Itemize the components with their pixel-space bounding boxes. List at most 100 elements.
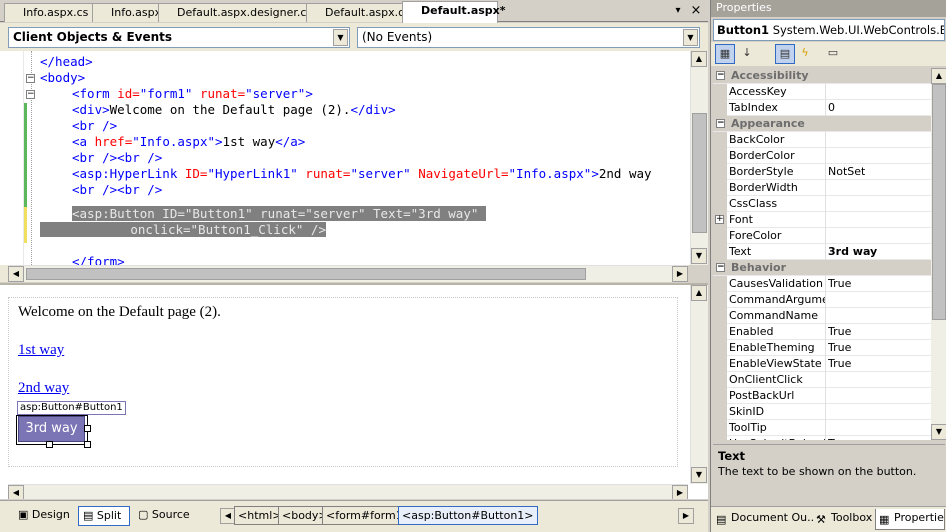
collapse-icon[interactable]: − [26, 74, 35, 83]
property-row[interactable]: CommandArgument [713, 292, 931, 308]
tab-toolbox[interactable]: ⚒ Toolbox [813, 509, 875, 530]
source-view-button[interactable]: ▢ Source [134, 506, 194, 526]
row-margin [713, 244, 727, 260]
collapse-icon[interactable]: − [716, 263, 725, 272]
link-1st-way[interactable]: 1st way [18, 342, 64, 359]
property-category[interactable]: − Accessibility [713, 68, 931, 84]
horizontal-scrollbar[interactable]: ◀ ▶ [8, 265, 688, 282]
property-row[interactable]: CausesValidation True [713, 276, 931, 292]
property-row[interactable]: ToolTip [713, 420, 931, 436]
scroll-thumb[interactable] [26, 268, 586, 280]
property-row[interactable]: SkinID [713, 404, 931, 420]
selected-code[interactable]: onclick="Button1_Click" /> [40, 222, 326, 237]
expand-icon[interactable]: + [715, 215, 724, 224]
split-view-button[interactable]: ▤ Split [78, 506, 130, 526]
tab-default-aspx[interactable]: Default.aspx* [402, 1, 506, 23]
scroll-up-icon[interactable]: ▲ [691, 285, 707, 301]
hyperlink-2nd-way[interactable]: 2nd way [18, 380, 69, 397]
code-text: id= [109, 86, 140, 101]
resize-handle[interactable] [84, 441, 91, 448]
scroll-right-icon[interactable]: ▶ [672, 266, 688, 282]
property-value[interactable]: 3rd way [828, 245, 928, 258]
property-row[interactable]: Enabled True [713, 324, 931, 340]
property-row[interactable]: UseSubmitBehaviorTrue [713, 436, 931, 440]
property-value[interactable]: True [828, 437, 928, 440]
property-row[interactable]: CssClass [713, 196, 931, 212]
property-category[interactable]: − Appearance [713, 116, 931, 132]
design-view-button[interactable]: ▣ Design [14, 506, 74, 526]
property-row[interactable]: ForeColor [713, 228, 931, 244]
scroll-down-icon[interactable]: ▼ [931, 424, 946, 440]
resize-handle[interactable] [84, 425, 91, 432]
design-surface[interactable]: Welcome on the Default page (2). 1st way… [0, 283, 708, 499]
property-row[interactable]: OnClientClick [713, 372, 931, 388]
properties-icon[interactable]: ▤ [775, 44, 795, 64]
property-row[interactable]: BorderWidth [713, 180, 931, 196]
tab-info-aspx[interactable]: Info.aspx [92, 3, 161, 22]
property-row[interactable]: PostBackUrl [713, 388, 931, 404]
breadcrumb-button[interactable]: <asp:Button#Button1> [398, 506, 538, 525]
tab-default-aspx-designer-cs[interactable]: Default.aspx.designer.cs* [158, 3, 318, 22]
vertical-scrollbar[interactable]: ▲ ▼ [690, 51, 708, 265]
third-way-button[interactable]: 3rd way [18, 416, 85, 442]
property-row[interactable]: BorderStyle NotSet [713, 164, 931, 180]
scroll-up-icon[interactable]: ▲ [691, 51, 707, 67]
tab-list-icon[interactable]: ▾ [672, 4, 684, 18]
tab-default-aspx-cs[interactable]: Default.aspx.cs* [306, 3, 415, 22]
scroll-left-icon[interactable]: ◀ [8, 485, 24, 499]
property-value[interactable]: True [828, 325, 928, 338]
source-editor[interactable]: − − </head> <body> <form id="form1" runa… [0, 51, 708, 265]
property-row[interactable]: EnableViewState True [713, 356, 931, 372]
chevron-down-icon[interactable]: ▼ [683, 29, 698, 46]
scroll-thumb[interactable] [932, 84, 946, 320]
property-row[interactable]: AccessKey [713, 84, 931, 100]
property-row[interactable]: + Font [713, 212, 931, 228]
property-name: Text [729, 245, 752, 258]
property-row[interactable]: CommandName [713, 308, 931, 324]
property-row[interactable]: BackColor [713, 132, 931, 148]
chevron-down-icon[interactable]: ▼ [333, 29, 348, 46]
tab-document-outline[interactable]: ▤ Document Ou... [713, 509, 813, 530]
property-row[interactable]: EnableTheming True [713, 340, 931, 356]
client-objects-dropdown[interactable]: Client Objects & Events ▼ [8, 27, 350, 48]
object-selector[interactable]: Button1 System.Web.UI.WebControls.Button [713, 19, 945, 41]
property-value[interactable]: 0 [828, 101, 928, 114]
vertical-scrollbar[interactable]: ▲ ▼ [931, 68, 946, 440]
scroll-left-icon[interactable]: ◀ [8, 266, 24, 282]
property-value[interactable]: True [828, 277, 928, 290]
events-dropdown[interactable]: (No Events) ▼ [357, 27, 700, 48]
collapse-icon[interactable]: − [716, 119, 725, 128]
categorized-icon[interactable]: ▦ [715, 44, 735, 64]
property-category[interactable]: − Behavior [713, 260, 931, 276]
breadcrumb-right-icon[interactable]: ▶ [678, 508, 694, 524]
property-row[interactable]: Text 3rd way [713, 244, 931, 260]
horizontal-scrollbar[interactable]: ◀ ▶ [8, 484, 688, 499]
code-text: > [215, 134, 223, 149]
property-value[interactable]: True [828, 357, 928, 370]
selected-code[interactable]: <asp:Button ID="Button1" runat="server" … [72, 206, 486, 221]
alphabetical-icon[interactable]: ↓ [737, 44, 757, 64]
scroll-down-icon[interactable]: ▼ [691, 248, 707, 264]
scroll-down-icon[interactable]: ▼ [691, 467, 707, 483]
property-row[interactable]: TabIndex 0 [713, 100, 931, 116]
scroll-up-icon[interactable]: ▲ [931, 68, 946, 84]
collapse-icon[interactable]: − [716, 71, 725, 80]
property-pages-icon[interactable]: ▭ [823, 44, 843, 64]
collapse-icon[interactable]: − [26, 90, 35, 99]
scroll-thumb[interactable] [692, 113, 707, 233]
property-name: ToolTip [729, 421, 767, 434]
column-divider [825, 324, 826, 340]
property-grid[interactable]: − Accessibility AccessKey TabIndex 0− Appeara… [713, 68, 931, 440]
close-icon[interactable]: × [690, 4, 702, 18]
tab-properties[interactable]: ▦ Properties [875, 509, 945, 530]
property-row[interactable]: BorderColor [713, 148, 931, 164]
resize-handle[interactable] [46, 441, 53, 448]
scroll-right-icon[interactable]: ▶ [672, 485, 688, 499]
code-text: > [591, 166, 599, 181]
scrollbar-corner [0, 265, 8, 282]
vertical-scrollbar[interactable]: ▲ ▼ [690, 285, 708, 484]
tab-info-aspx-cs[interactable]: Info.aspx.cs [4, 3, 94, 22]
property-value[interactable]: NotSet [828, 165, 928, 178]
property-value[interactable]: True [828, 341, 928, 354]
events-icon[interactable]: ϟ [795, 44, 815, 64]
